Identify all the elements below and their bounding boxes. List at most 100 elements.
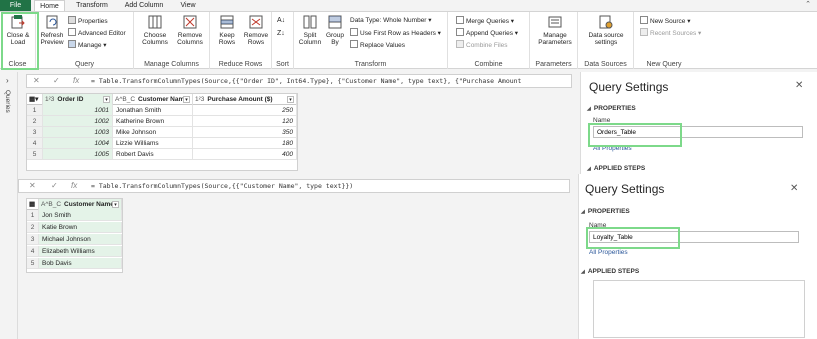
properties-section-header[interactable]: ◢ PROPERTIES: [581, 208, 630, 215]
keep-rows-label: Keep Rows: [218, 32, 236, 46]
customer-name-cell[interactable]: Katie Brown: [39, 222, 122, 233]
group-by-button[interactable]: Group By: [324, 14, 346, 46]
all-properties-link[interactable]: All Properties: [589, 249, 628, 256]
formula-text-1[interactable]: = Table.TransformColumnTypes(Source,{{"O…: [91, 77, 569, 85]
order-id-cell[interactable]: 1005: [43, 149, 113, 160]
table-row[interactable]: 3 1003 Mike Johnson 350: [27, 127, 297, 138]
table-row[interactable]: 4 1004 Lizzie Williams 180: [27, 138, 297, 149]
table-menu-icon[interactable]: ▦: [27, 199, 39, 210]
tab-view[interactable]: View: [174, 0, 202, 11]
expand-queries-icon[interactable]: ›: [6, 76, 9, 85]
properties-button[interactable]: Properties: [68, 16, 108, 26]
customer-name-cell[interactable]: Michael Johnson: [39, 234, 122, 245]
purchase-amount-cell[interactable]: 180: [193, 138, 297, 149]
column-header-label: Customer Name: [64, 201, 114, 208]
table-menu-icon[interactable]: ▦▾: [27, 94, 43, 105]
table-row[interactable]: 5 Bob Davis: [27, 258, 122, 269]
customer-name-cell[interactable]: Bob Davis: [39, 258, 122, 269]
customer-name-cell[interactable]: Robert Davis: [113, 149, 193, 160]
column-header-order-id[interactable]: 1²3 Order ID ▾: [43, 94, 113, 105]
remove-rows-button[interactable]: Remove Rows: [241, 14, 271, 46]
split-column-button[interactable]: Split Column: [297, 14, 323, 46]
data-source-settings-icon: [599, 15, 613, 29]
use-first-row-headers-button[interactable]: Use First Row as Headers ▾: [350, 28, 441, 38]
customer-name-cell[interactable]: Mike Johnson: [113, 127, 193, 138]
order-id-cell[interactable]: 1002: [43, 116, 113, 127]
table-row[interactable]: 3 Michael Johnson: [27, 234, 122, 245]
column-header-purchase-amount[interactable]: 1²3 Purchase Amount ($) ▾: [193, 94, 297, 105]
text-type-icon[interactable]: A^B_C: [115, 96, 135, 103]
recent-sources-button[interactable]: Recent Sources ▾: [640, 28, 701, 38]
row-number: 1: [27, 105, 43, 116]
filter-dropdown-icon[interactable]: ▾: [103, 96, 110, 103]
filter-dropdown-icon[interactable]: ▾: [287, 96, 294, 103]
new-source-button[interactable]: New Source ▾: [640, 16, 690, 26]
table-row[interactable]: 4 Elizabeth Williams: [27, 246, 122, 257]
refresh-preview-button[interactable]: Refresh Preview: [38, 14, 66, 46]
group-transform: Split Column Group By Data Type: Whole N…: [294, 12, 448, 69]
name-field-highlight-1: [588, 123, 682, 147]
tab-add-column[interactable]: Add Column: [120, 0, 168, 11]
sort-ascending-icon[interactable]: A↓: [277, 16, 285, 26]
applied-steps-list[interactable]: [593, 280, 805, 338]
customer-name-cell[interactable]: Lizzie Williams: [113, 138, 193, 149]
text-type-icon[interactable]: A^B_C: [41, 201, 61, 208]
data-type-dropdown[interactable]: Data Type: Whole Number ▾: [350, 16, 432, 26]
close-and-load-highlight: [1, 12, 39, 70]
tab-file[interactable]: File: [0, 0, 31, 11]
combine-files-button[interactable]: Combine Files: [456, 40, 508, 50]
close-icon[interactable]: ✕: [790, 183, 798, 194]
customer-name-cell[interactable]: Elizabeth Williams: [39, 246, 122, 257]
table-row[interactable]: 5 1005 Robert Davis 400: [27, 149, 297, 160]
choose-columns-button[interactable]: Choose Columns: [138, 14, 172, 46]
table-row[interactable]: 1 Jon Smith: [27, 210, 122, 221]
keep-rows-button[interactable]: Keep Rows: [213, 14, 241, 46]
customer-name-cell[interactable]: Jonathan Smith: [113, 105, 193, 116]
merge-queries-button[interactable]: Merge Queries ▾: [456, 16, 514, 26]
advanced-editor-button[interactable]: Advanced Editor: [68, 28, 126, 38]
close-icon[interactable]: ✕: [795, 80, 803, 91]
manage-button[interactable]: Manage ▾: [68, 40, 107, 50]
applied-steps-header[interactable]: ◢ APPLIED STEPS: [587, 165, 645, 172]
table-row[interactable]: 2 1002 Katherine Brown 120: [27, 116, 297, 127]
order-id-cell[interactable]: 1001: [43, 105, 113, 116]
confirm-formula-icon[interactable]: ✓: [51, 181, 58, 190]
number-type-icon[interactable]: 1²3: [45, 96, 54, 103]
remove-columns-button[interactable]: Remove Columns: [173, 14, 207, 46]
purchase-amount-cell[interactable]: 400: [193, 149, 297, 160]
column-header-customer-name[interactable]: A^B_C Customer Name ▾: [113, 94, 193, 105]
formula-text-2[interactable]: = Table.TransformColumnTypes(Source,{{"C…: [91, 182, 567, 190]
sort-descending-icon[interactable]: Z↓: [277, 29, 285, 39]
properties-section-header[interactable]: ◢ PROPERTIES: [587, 105, 636, 112]
data-source-settings-button[interactable]: Data source settings: [582, 14, 630, 46]
append-queries-button[interactable]: Append Queries ▾: [456, 28, 518, 38]
order-id-cell[interactable]: 1004: [43, 138, 113, 149]
column-header-customer-name[interactable]: A^B_C Customer Name ▾: [39, 199, 122, 210]
purchase-amount-cell[interactable]: 350: [193, 127, 297, 138]
query-settings-panel-2: Query Settings ✕ ◢PROPERTIES Name All Pr…: [578, 174, 817, 339]
order-id-cell[interactable]: 1003: [43, 127, 113, 138]
tab-transform[interactable]: Transform: [72, 0, 112, 11]
table-row[interactable]: 1 1001 Jonathan Smith 250: [27, 105, 297, 116]
grid-1-header: ▦▾ 1²3 Order ID ▾ A^B_C Customer Name ▾ 1²3 P…: [27, 94, 297, 105]
table-row[interactable]: 2 Katie Brown: [27, 222, 122, 233]
tab-home[interactable]: Home: [34, 0, 65, 11]
cancel-formula-icon[interactable]: ✕: [29, 181, 36, 190]
purchase-amount-cell[interactable]: 120: [193, 116, 297, 127]
customer-name-cell[interactable]: Katherine Brown: [113, 116, 193, 127]
new-source-label: New Source: [650, 18, 686, 25]
collapse-ribbon-icon[interactable]: ⌃: [805, 0, 811, 8]
applied-steps-header[interactable]: ◢ APPLIED STEPS: [581, 268, 639, 275]
manage-parameters-button[interactable]: Manage Parameters: [534, 14, 576, 46]
group-new-query-label: New Query: [646, 61, 682, 68]
filter-dropdown-icon[interactable]: ▾: [112, 201, 119, 208]
group-manage-columns-label: Manage Columns: [144, 61, 199, 68]
replace-values-button[interactable]: Replace Values: [350, 40, 405, 50]
filter-dropdown-icon[interactable]: ▾: [183, 96, 190, 103]
purchase-amount-cell[interactable]: 250: [193, 105, 297, 116]
confirm-formula-icon[interactable]: ✓: [53, 76, 60, 85]
customer-name-cell[interactable]: Jon Smith: [39, 210, 122, 221]
cancel-formula-icon[interactable]: ✕: [33, 76, 40, 85]
group-by-label: Group By: [325, 32, 345, 46]
number-type-icon[interactable]: 1²3: [195, 96, 204, 103]
